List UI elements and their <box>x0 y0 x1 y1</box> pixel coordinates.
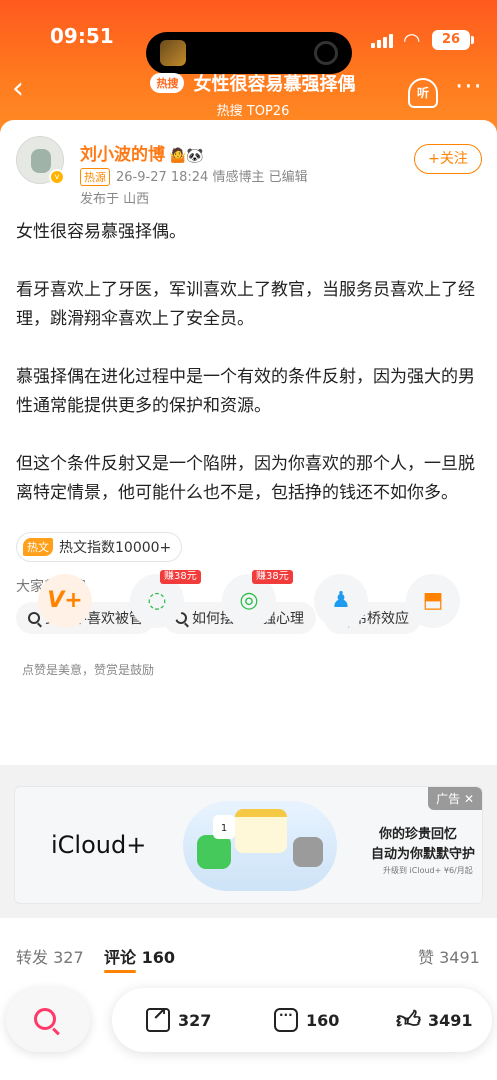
calendar-icon: 1 <box>213 815 235 839</box>
wechat-icon: ◌ <box>147 588 167 613</box>
v-plus-button[interactable]: V+ <box>38 574 92 628</box>
messages-icon <box>197 835 231 869</box>
like-count: 3491 <box>428 1010 473 1030</box>
wifi-icon: ◠ <box>403 28 421 52</box>
save-image-icon: ⬒ <box>422 588 444 613</box>
v-plus-icon: V+ <box>47 588 83 613</box>
search-icon <box>34 1008 56 1030</box>
author-emoji: 🤷🐼 <box>169 148 204 164</box>
active-tab-indicator <box>104 970 136 973</box>
share-icon <box>146 1004 170 1032</box>
bottom-toolbar: 327 160 👍︎ 3491 <box>0 984 497 1080</box>
tab-repost[interactable]: 转发 327 <box>16 944 84 968</box>
reward-badge: 赚38元 <box>252 570 293 584</box>
ad-subheadline: 自动为你默默守护 <box>371 847 476 862</box>
avatar[interactable]: v <box>16 136 65 185</box>
ad-banner[interactable]: 广告 ✕ iCloud+ 1 你的珍贵回忆 自动为你默默守护 升级到 iClou… <box>14 786 483 904</box>
nav-bar: ‹ 热搜 女性很容易慕强择偶 热搜 TOP26 听 ··· <box>0 64 497 120</box>
tab-comment[interactable]: 评论 160 <box>104 944 175 968</box>
status-bar: 09:51 ◠ 26 <box>0 18 497 74</box>
wechat-share-button[interactable]: ◌ 赚38元 <box>130 570 201 628</box>
share-button[interactable]: 327 <box>146 1004 212 1032</box>
moments-icon: ◎ <box>239 588 259 613</box>
moments-share-button[interactable]: ◎ 赚38元 <box>222 570 293 628</box>
battery-icon: 26 <box>432 30 474 50</box>
interaction-tabs: 转发 327 评论 160 赞 3491 <box>0 918 497 992</box>
verified-icon: v <box>49 169 65 185</box>
contacts-icon <box>293 837 323 867</box>
tab-likes[interactable]: 赞 3491 <box>418 944 480 968</box>
page-title: 女性很容易慕强择偶 <box>193 74 356 95</box>
comment-count: 160 <box>306 1010 340 1030</box>
source-tag: 热源 <box>80 168 110 186</box>
reward-badge: 赚38元 <box>160 570 201 584</box>
post-meta: 热源 26-9-27 18:24 情感博主 已编辑 <box>80 166 308 186</box>
header: 09:51 ◠ 26 ‹ 热搜 女性很容易慕强择偶 热搜 TOP26 听 ··· <box>0 0 497 140</box>
post-paragraph: 慕强择偶在进化过程中是一个有效的条件反射，因为强大的男性通常能提供更多的保护和资… <box>16 367 475 416</box>
back-icon[interactable]: ‹ <box>12 74 24 104</box>
like-hint: 点赞是美意，赞赏是鼓励 <box>22 663 155 677</box>
ad-headline: 你的珍贵回忆 <box>379 827 458 842</box>
post-paragraph: 但这个条件反射又是一个陷阱，因为你喜欢的那个人，一旦脱离特定情景，他可能什么也不… <box>16 454 475 503</box>
ad-close-label[interactable]: 广告 ✕ <box>428 787 482 810</box>
share-count: 327 <box>178 1010 212 1030</box>
author-name-row[interactable]: 刘小波的博 🤷🐼 <box>80 140 204 165</box>
ad-fine-print: 升级到 iCloud+ ¥6/月起 <box>383 866 473 875</box>
live-activity-icon <box>160 40 186 66</box>
action-bar: 327 160 👍︎ 3491 <box>112 988 492 1052</box>
post-paragraph: 看牙喜欢上了牙医，军训喜欢上了教官，当服务员喜欢上了经理，跳滑翔伞喜欢上了安全员… <box>16 280 475 329</box>
follow-button[interactable]: +关注 <box>414 144 482 174</box>
camera-icon <box>314 41 338 65</box>
hot-index-label: 热文指数10000+ <box>59 540 172 556</box>
post-meta-text: 26-9-27 18:24 情感博主 已编辑 <box>116 170 308 185</box>
author-name: 刘小波的博 <box>80 145 165 165</box>
status-time: 09:51 <box>50 24 114 48</box>
nav-title-block[interactable]: 热搜 女性很容易慕强择偶 热搜 TOP26 <box>138 70 368 119</box>
listen-icon[interactable]: 听 <box>408 78 438 108</box>
qq-share-button[interactable]: ♟ <box>314 574 368 628</box>
hot-rank: 热搜 TOP26 <box>216 104 290 119</box>
avatar-figure <box>31 149 51 173</box>
search-icon <box>28 612 40 624</box>
post-paragraph: 女性很容易慕强择偶。 <box>16 222 186 242</box>
ad-brand: iCloud+ <box>51 831 147 859</box>
post-location: 发布于 山西 <box>80 192 150 207</box>
comment-button[interactable]: 160 <box>274 1008 339 1032</box>
like-button[interactable]: 👍︎ 3491 <box>396 1008 473 1032</box>
qq-icon: ♟ <box>331 588 351 613</box>
cloud-illustration: 1 <box>183 801 337 891</box>
search-button[interactable] <box>6 988 90 1052</box>
post-body: 女性很容易慕强择偶。 看牙喜欢上了牙医，军训喜欢上了教官，当服务员喜欢上了经理，… <box>16 218 482 537</box>
hot-index-pill[interactable]: 热文 热文指数10000+ <box>16 532 183 562</box>
save-image-button[interactable]: ⬒ <box>406 574 460 628</box>
more-icon[interactable]: ··· <box>455 72 483 102</box>
comment-icon <box>274 1008 298 1032</box>
hot-search-badge: 热搜 <box>150 73 185 93</box>
notes-icon <box>235 809 287 853</box>
signal-icon <box>371 32 393 48</box>
post-card: v 刘小波的博 🤷🐼 热源 26-9-27 18:24 情感博主 已编辑 发布于 山… <box>0 120 497 765</box>
thumbs-up-icon: 👍︎ <box>396 1006 422 1034</box>
hot-index-tag: 热文 <box>23 538 53 556</box>
